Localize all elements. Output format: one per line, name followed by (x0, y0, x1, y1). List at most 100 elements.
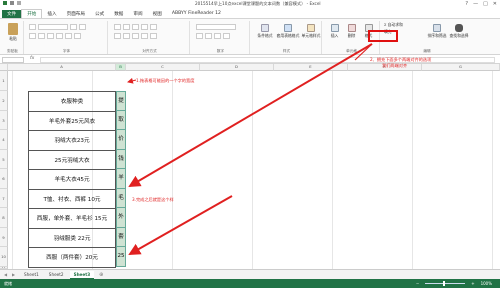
select-all-corner[interactable] (0, 64, 8, 71)
alignment-group: 对齐方式 (110, 21, 190, 54)
table-cell-a10[interactable]: 西服（两件套）20元 (28, 247, 116, 268)
sheet-nav-right-icon[interactable]: ▶ (12, 272, 18, 277)
row-header-6[interactable]: 6 (0, 169, 8, 189)
tab-file[interactable]: 文件 (2, 9, 22, 18)
table-format-button[interactable]: 套用表格格式 (276, 24, 300, 39)
sheet-nav-left-icon[interactable]: ◀ (4, 272, 10, 277)
table-cell-a6[interactable]: 羊毛大衣45元 (28, 169, 116, 190)
cell-styles-button[interactable]: 单元格样式 (300, 24, 322, 39)
row-header-10[interactable]: 10 (0, 247, 8, 267)
clipboard-group: 粘贴 剪贴板 (2, 21, 24, 54)
annotation-step2-line2: 我们两端对齐 (382, 63, 408, 68)
table-cell-a3[interactable]: 羊毛外套25元风衣 (28, 110, 116, 131)
status-text: 就绪 (4, 281, 12, 286)
tab-abbyy[interactable]: ABBYY FineReader 12 (167, 10, 226, 17)
ribbon-tabs: 文件 开始 插入 页面布局 公式 数据 审阅 视图 ABBYY FineRead… (0, 9, 500, 18)
tab-page-layout[interactable]: 页面布局 (62, 10, 90, 18)
zoom-level[interactable]: 100% (481, 281, 492, 286)
column-header-d[interactable]: D (200, 64, 274, 71)
insert-cells-button[interactable]: 插入 (326, 24, 343, 39)
row-header-1[interactable]: 1 (0, 71, 8, 91)
close-button[interactable]: ✕ (493, 1, 497, 7)
row-header-3[interactable]: 3 (0, 110, 8, 130)
status-bar: 就绪 − + 100% (0, 279, 500, 288)
fill-highlight-box (368, 30, 398, 42)
row-header-4[interactable]: 4 (0, 130, 8, 150)
column-header-c[interactable]: C (126, 64, 200, 71)
sheet-tab-bar: ◀ ▶ Sheet1 Sheet2 Sheet3 ⊕ (0, 269, 500, 279)
tab-home[interactable]: 开始 (21, 9, 43, 18)
window-title: 2015514早上10点excel课堂课题的文本词数（兼容模式） - Excel (195, 1, 321, 6)
sheet-tab-2[interactable]: Sheet2 (45, 271, 68, 278)
column-header-g[interactable]: G (422, 64, 500, 71)
alignment-group-label: 对齐方式 (142, 49, 157, 53)
paste-button[interactable]: 粘贴 (5, 23, 21, 42)
title-bar: 2015514早上10点excel课堂课题的文本词数（兼容模式） - Excel… (0, 0, 500, 9)
sheet-tab-3[interactable]: Sheet3 (69, 270, 95, 279)
delete-cells-icon (347, 24, 356, 32)
column-header-a[interactable]: A (8, 64, 116, 71)
column-b-cell[interactable]: 25 (116, 247, 126, 267)
table-cell-a2[interactable]: 衣服种类 (28, 91, 116, 112)
zoom-out-icon[interactable]: − (416, 281, 419, 286)
sort-filter-icon (433, 24, 441, 32)
maximize-button[interactable]: □ (483, 1, 488, 7)
row-header-5[interactable]: 5 (0, 149, 8, 169)
minimize-button[interactable]: — (473, 1, 478, 7)
zoom-controls: − + 100% (416, 281, 492, 286)
window-controls: ? — □ ✕ (465, 1, 497, 7)
name-box[interactable] (2, 57, 24, 63)
table-cell-a5[interactable]: 25元羽绒大衣 (28, 149, 116, 170)
table-format-icon (284, 24, 292, 32)
row-header-7[interactable]: 7 (0, 188, 8, 208)
table-cell-a8[interactable]: 西服，单外套、羊毛衫 15元 (28, 208, 116, 229)
column-b-cell[interactable]: 价 (116, 130, 126, 150)
column-b-cell[interactable]: 毛 (116, 188, 126, 208)
zoom-in-icon[interactable]: + (471, 281, 474, 286)
number-style-row[interactable] (196, 33, 230, 40)
tab-formulas[interactable]: 公式 (90, 10, 109, 18)
editing-group-label: 编辑 (423, 49, 431, 53)
column-b-cell[interactable]: 取 (116, 110, 126, 130)
column-b-cell[interactable]: 羊 (116, 169, 126, 189)
align-row-top[interactable] (114, 24, 157, 31)
sort-filter-button[interactable]: 排序和筛选 (426, 24, 448, 39)
column-b-cell[interactable]: 钱 (116, 149, 126, 169)
column-b-cell[interactable]: 套 (116, 227, 126, 247)
delete-cells-button[interactable]: 删除 (343, 24, 360, 39)
conditional-format-button[interactable]: 条件格式 (254, 24, 276, 39)
save-icon[interactable] (10, 1, 14, 5)
add-sheet-button[interactable]: ⊕ (96, 272, 106, 278)
clipboard-group-label: 剪贴板 (7, 49, 18, 53)
font-controls-row[interactable] (29, 24, 86, 31)
tab-review[interactable]: 审阅 (128, 10, 147, 18)
help-button[interactable]: ? (465, 1, 468, 7)
fx-icon[interactable]: fx (30, 56, 34, 61)
tab-view[interactable]: 视图 (148, 10, 167, 18)
cell-styles-icon (307, 24, 315, 32)
undo-icon[interactable] (17, 1, 21, 5)
column-b-cell[interactable]: 提 (116, 91, 126, 111)
row-header-8[interactable]: 8 (0, 208, 8, 228)
find-select-button[interactable]: 查找和选择 (448, 24, 470, 39)
number-format-dropdown[interactable] (196, 24, 236, 31)
binoculars-icon (455, 24, 463, 32)
row-header-9[interactable]: 9 (0, 227, 8, 247)
font-group: 字体 (26, 21, 108, 54)
column-header-b[interactable]: B (116, 64, 126, 71)
sheet-tab-1[interactable]: Sheet1 (20, 271, 43, 278)
autosum-button[interactable]: Σ 自动求和 (384, 22, 414, 28)
align-row-bottom[interactable] (114, 33, 157, 40)
tab-insert[interactable]: 插入 (42, 10, 61, 18)
table-cell-a4[interactable]: 羽绒大衣23元 (28, 130, 116, 151)
table-cell-a7[interactable]: T恤、衬衣、西裤 10元 (28, 188, 116, 209)
tab-data[interactable]: 数据 (109, 10, 128, 18)
column-header-e[interactable]: E (274, 64, 348, 71)
table-cell-a9[interactable]: 羽绒服类 22元 (28, 227, 116, 248)
font-style-row[interactable] (29, 33, 81, 40)
column-b-selection[interactable]: 提 取 价 钱 羊 毛 外 套 25 (116, 91, 126, 267)
row-header-2[interactable]: 2 (0, 91, 8, 111)
column-b-cell[interactable]: 外 (116, 208, 126, 228)
styles-group-label: 样式 (282, 49, 291, 53)
zoom-slider[interactable] (425, 281, 466, 286)
